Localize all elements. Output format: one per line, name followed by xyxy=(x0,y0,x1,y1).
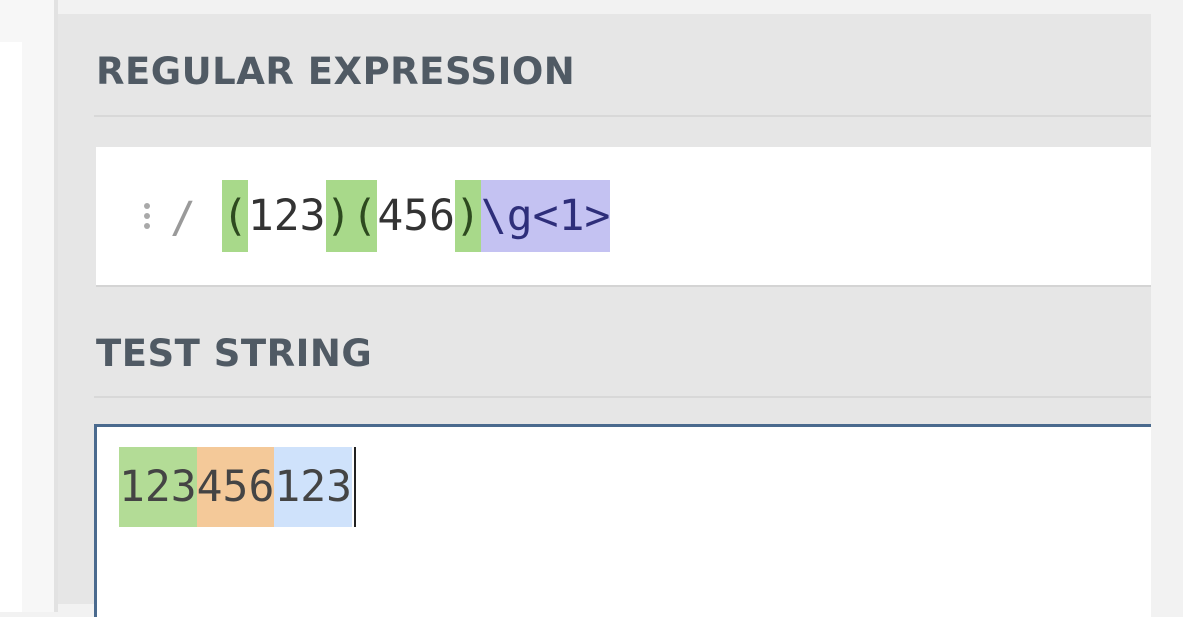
regex-token-literal: 123 xyxy=(247,180,326,252)
regex-expression[interactable]: ( 123 ) ( 456 ) \g<1> xyxy=(222,180,611,252)
vertical-dots-icon[interactable] xyxy=(142,203,152,237)
regex-section-title: REGULAR EXPRESSION xyxy=(96,50,576,93)
regex-token-group-close: ) xyxy=(325,180,352,252)
test-string-input[interactable]: 123 456 123 xyxy=(94,424,1151,617)
match-highlight-backreference: 123 xyxy=(274,447,353,527)
regex-delimiter: / xyxy=(170,193,196,243)
regex-token-group-open: ( xyxy=(222,180,248,252)
match-highlight-group-1: 123 xyxy=(119,447,197,527)
section-divider xyxy=(94,115,1151,117)
regex-token-group-close: ) xyxy=(455,180,481,252)
regex-token-literal: 456 xyxy=(377,180,456,252)
sidebar-panel-edge xyxy=(0,42,22,612)
editor-panel: REGULAR EXPRESSION / ( 123 ) ( 456 ) \g<… xyxy=(58,14,1151,617)
regex-input-box[interactable]: / ( 123 ) ( 456 ) \g<1> xyxy=(96,147,1151,287)
regex-token-group-open: ( xyxy=(351,180,378,252)
test-string-section-title: TEST STRING xyxy=(96,332,373,375)
regex-token-backreference: \g<1> xyxy=(480,180,611,252)
left-sidebar-strip xyxy=(0,0,58,612)
match-highlight-group-2: 456 xyxy=(196,447,275,527)
test-string-text[interactable]: 123 456 123 xyxy=(119,447,357,527)
text-cursor xyxy=(354,447,357,527)
section-divider xyxy=(94,396,1151,398)
